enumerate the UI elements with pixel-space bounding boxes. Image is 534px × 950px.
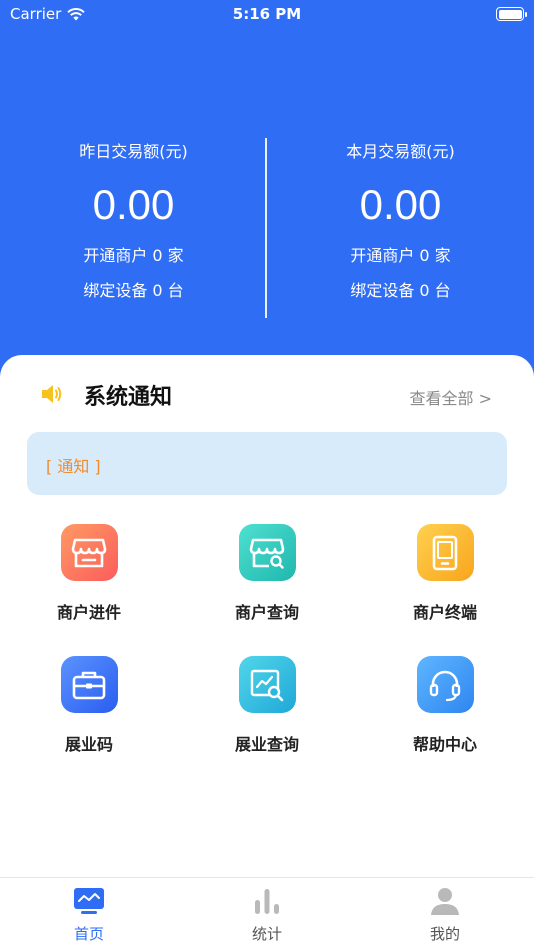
grid-label: 展业查询 [234,735,299,754]
tab-label: 首页 [73,925,104,943]
view-all-link[interactable]: 查看全部 > [410,385,493,409]
stat-title: 本月交易额(元) [346,142,455,161]
stat-devices: 绑定设备 0 台 [350,281,451,300]
stat-amount: 0.00 [92,181,175,228]
grid-label: 帮助中心 [412,735,477,754]
grid-help-center[interactable]: 帮助中心 [380,656,510,755]
notice-banner[interactable]: [ 通知 ] [27,432,507,495]
battery-icon [496,7,527,21]
notice-tag: [ 通知 ] [46,457,101,476]
status-time: 5:16 PM [232,5,302,23]
speaker-icon [42,385,62,403]
stat-merchants: 开通商户 0 家 [350,246,451,265]
tab-statistics[interactable]: 统计 [217,884,317,944]
stat-amount: 0.00 [359,181,442,228]
main-card: 系统通知 查看全部 > [ 通知 ] 商户进件 商户查询 商户终端 展业码 展业… [0,355,534,877]
stat-yesterday: 昨日交易额(元) 0.00 开通商户 0 家 绑定设备 0 台 [0,140,267,301]
stat-devices: 绑定设备 0 台 [83,281,184,300]
stat-merchants: 开通商户 0 家 [83,246,184,265]
briefcase-icon [60,656,118,713]
notice-title: 系统通知 [84,385,173,410]
grid-merchant-query[interactable]: 商户查询 [202,524,332,623]
store-icon [60,524,118,581]
grid-label: 商户终端 [412,603,477,622]
grid-label: 展业码 [64,735,113,754]
dashboard-icon [72,884,106,918]
grid-merchant-onboard[interactable]: 商户进件 [24,524,154,623]
tab-bar: 首页 统计 我的 [0,877,534,950]
grid-label: 商户查询 [234,603,299,622]
tab-label: 我的 [429,925,460,943]
grid-business-code[interactable]: 展业码 [24,656,154,755]
grid-business-query[interactable]: 展业查询 [202,656,332,755]
tab-label: 统计 [251,925,282,943]
tab-mine[interactable]: 我的 [395,884,495,944]
tab-home[interactable]: 首页 [39,884,139,944]
header-banner: Carrier 5:16 PM 昨日交易额(元) 0.00 开通商户 0 家 绑… [0,0,534,380]
chart-search-icon [238,656,296,713]
store-search-icon [238,524,296,581]
person-icon [428,884,462,918]
tablet-icon [416,524,474,581]
status-bar: Carrier 5:16 PM [0,0,534,28]
notice-header: 系统通知 查看全部 > [0,355,534,435]
stat-month: 本月交易额(元) 0.00 开通商户 0 家 绑定设备 0 台 [267,140,534,301]
headset-icon [416,656,474,713]
grid-label: 商户进件 [56,603,121,622]
grid-merchant-terminal[interactable]: 商户终端 [380,524,510,623]
stat-title: 昨日交易额(元) [79,142,188,161]
bar-chart-icon [250,884,284,918]
